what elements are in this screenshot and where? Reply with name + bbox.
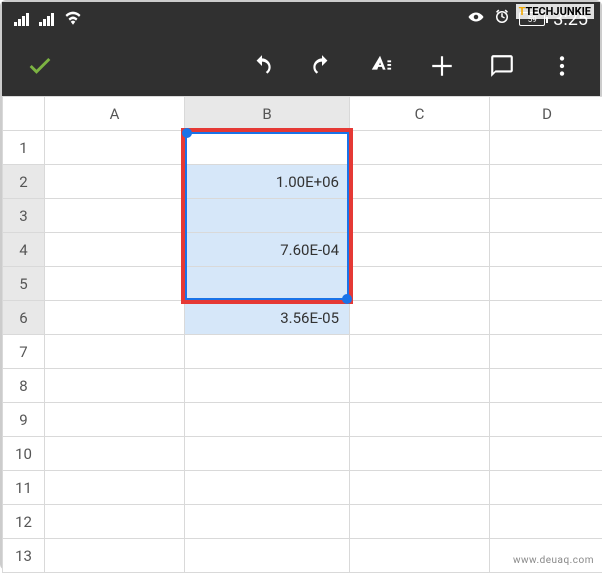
cell[interactable] — [185, 131, 350, 165]
col-header-c[interactable]: C — [350, 97, 490, 131]
row-header[interactable]: 2 — [3, 165, 45, 199]
cell[interactable] — [490, 335, 602, 369]
cell[interactable] — [490, 369, 602, 403]
cell[interactable] — [350, 437, 490, 471]
cell[interactable] — [490, 301, 602, 335]
comment-button[interactable] — [472, 36, 532, 96]
cell[interactable] — [350, 301, 490, 335]
redo-button[interactable] — [292, 36, 352, 96]
cell[interactable] — [45, 369, 185, 403]
cell[interactable] — [490, 165, 602, 199]
cell[interactable] — [45, 505, 185, 539]
cell[interactable] — [350, 471, 490, 505]
cell[interactable] — [350, 165, 490, 199]
cell[interactable] — [350, 369, 490, 403]
row-header[interactable]: 11 — [3, 471, 45, 505]
signal-icon-2 — [39, 12, 54, 26]
cell[interactable] — [350, 335, 490, 369]
cell-b6[interactable]: 3.56E-05 — [185, 301, 350, 335]
cell[interactable] — [185, 335, 350, 369]
row-header[interactable]: 1 — [3, 131, 45, 165]
cell[interactable] — [490, 267, 602, 301]
cell[interactable] — [45, 199, 185, 233]
cell[interactable] — [45, 437, 185, 471]
watermark-bottom: www.deuaq.com — [513, 555, 594, 566]
cell[interactable] — [185, 505, 350, 539]
cell[interactable] — [45, 267, 185, 301]
cell[interactable] — [45, 165, 185, 199]
text-format-button[interactable] — [352, 36, 412, 96]
eye-icon — [467, 8, 485, 30]
grid[interactable]: A B C D 1 2 1.00E+06 3 4 7.60E-04 5 6 3.56E… — [2, 96, 602, 573]
cell-b4[interactable]: 7.60E-04 — [185, 233, 350, 267]
status-bar: 59 3:25 — [2, 2, 600, 36]
cell[interactable] — [185, 471, 350, 505]
cell[interactable] — [490, 505, 602, 539]
cell[interactable] — [490, 233, 602, 267]
cell[interactable] — [185, 369, 350, 403]
col-header-d[interactable]: D — [490, 97, 602, 131]
cell[interactable] — [45, 131, 185, 165]
cell[interactable] — [350, 403, 490, 437]
cell-b2[interactable]: 1.00E+06 — [185, 165, 350, 199]
row-header[interactable]: 9 — [3, 403, 45, 437]
cell[interactable] — [350, 267, 490, 301]
row-header[interactable]: 10 — [3, 437, 45, 471]
cell[interactable] — [350, 233, 490, 267]
row-header[interactable]: 5 — [3, 267, 45, 301]
cell[interactable] — [490, 437, 602, 471]
cell[interactable] — [45, 471, 185, 505]
cell[interactable] — [45, 233, 185, 267]
row-header[interactable]: 6 — [3, 301, 45, 335]
spreadsheet[interactable]: A B C D 1 2 1.00E+06 3 4 7.60E-04 5 6 3.56E… — [2, 96, 600, 573]
watermark-techjunkie: TTECHJUNKIE — [516, 4, 594, 19]
cell[interactable] — [185, 437, 350, 471]
add-button[interactable] — [412, 36, 472, 96]
cell[interactable] — [185, 403, 350, 437]
col-header-a[interactable]: A — [45, 97, 185, 131]
undo-button[interactable] — [232, 36, 292, 96]
toolbar — [2, 36, 600, 96]
cell[interactable] — [350, 539, 490, 573]
alarm-icon — [493, 8, 511, 30]
cell[interactable] — [350, 131, 490, 165]
wifi-icon — [64, 10, 82, 29]
corner-cell[interactable] — [3, 97, 45, 131]
col-header-b[interactable]: B — [185, 97, 350, 131]
cell[interactable] — [490, 471, 602, 505]
cell[interactable] — [45, 301, 185, 335]
cell-b3[interactable] — [185, 199, 350, 233]
cell[interactable] — [490, 199, 602, 233]
cell[interactable] — [45, 539, 185, 573]
cell[interactable] — [185, 539, 350, 573]
row-header[interactable]: 8 — [3, 369, 45, 403]
cell[interactable] — [45, 403, 185, 437]
row-header[interactable]: 7 — [3, 335, 45, 369]
signal-icon-1 — [14, 12, 29, 26]
confirm-button[interactable] — [10, 36, 70, 96]
cell[interactable] — [350, 199, 490, 233]
row-header[interactable]: 3 — [3, 199, 45, 233]
cell[interactable] — [45, 335, 185, 369]
cell[interactable] — [490, 131, 602, 165]
row-header[interactable]: 4 — [3, 233, 45, 267]
cell-b5[interactable] — [185, 267, 350, 301]
row-header[interactable]: 12 — [3, 505, 45, 539]
row-header[interactable]: 13 — [3, 539, 45, 573]
cell[interactable] — [350, 505, 490, 539]
cell[interactable] — [490, 403, 602, 437]
more-button[interactable] — [532, 36, 592, 96]
